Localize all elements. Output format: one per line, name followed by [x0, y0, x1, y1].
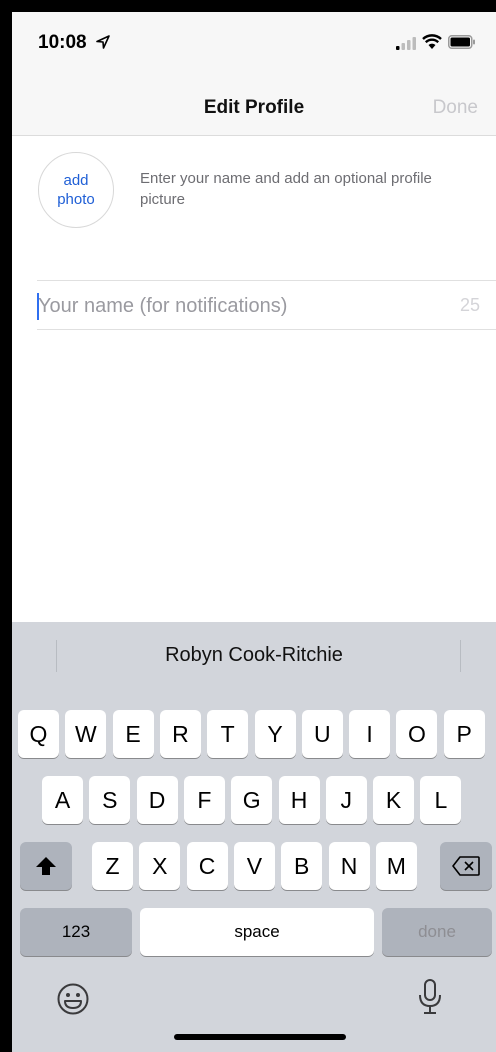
- key-a[interactable]: A: [42, 776, 83, 824]
- shift-icon: [36, 857, 56, 875]
- key-w[interactable]: W: [65, 710, 107, 758]
- key-f[interactable]: F: [183, 776, 225, 824]
- key-r[interactable]: R: [159, 710, 201, 758]
- cellular-signal-icon: [396, 37, 416, 50]
- navigation-bar: Edit Profile Done: [12, 72, 496, 136]
- profile-hint-text: Enter your name and add an optional prof…: [140, 170, 432, 208]
- status-bar: 10:08: [12, 12, 496, 72]
- key-n[interactable]: N: [328, 842, 370, 890]
- text-caret: [37, 293, 39, 320]
- key-d[interactable]: D: [136, 776, 178, 824]
- key-u[interactable]: U: [301, 710, 343, 758]
- name-field-row: 25: [37, 280, 496, 330]
- key-o[interactable]: O: [396, 710, 438, 758]
- wifi-icon: [422, 34, 442, 49]
- backspace-icon: [452, 856, 480, 876]
- key-e[interactable]: E: [112, 710, 154, 758]
- key-p[interactable]: P: [443, 710, 485, 758]
- numbers-key[interactable]: 123: [20, 908, 132, 956]
- keyboard-done-key[interactable]: done: [382, 908, 492, 956]
- status-time: 10:08: [38, 32, 87, 53]
- add-photo-label-line2: photo: [57, 191, 95, 208]
- key-z[interactable]: Z: [92, 842, 133, 890]
- key-s[interactable]: S: [89, 776, 131, 824]
- shift-key[interactable]: [20, 842, 72, 890]
- emoji-icon[interactable]: [56, 982, 90, 1016]
- suggestion-item[interactable]: Robyn Cook-Ritchie: [12, 644, 496, 667]
- battery-icon: [448, 35, 475, 49]
- key-y[interactable]: Y: [254, 710, 296, 758]
- backspace-key[interactable]: [440, 842, 492, 890]
- key-k[interactable]: K: [373, 776, 415, 824]
- done-button[interactable]: Done: [433, 97, 478, 119]
- name-input[interactable]: [37, 289, 437, 323]
- key-m[interactable]: M: [375, 842, 417, 890]
- microphone-icon[interactable]: [418, 978, 442, 1016]
- add-photo-label-line1: add: [63, 172, 89, 189]
- phone-screen: 10:08 Edit Profile Done add photo Enter …: [12, 12, 496, 1052]
- add-photo-button[interactable]: add photo: [38, 152, 114, 228]
- home-indicator: [174, 1034, 346, 1040]
- page-title: Edit Profile: [203, 97, 305, 118]
- suggestion-bar: Robyn Cook-Ritchie: [12, 622, 496, 698]
- space-key[interactable]: space: [140, 908, 374, 956]
- key-x[interactable]: X: [139, 842, 181, 890]
- key-i[interactable]: I: [349, 710, 391, 758]
- character-count: 25: [459, 295, 480, 315]
- key-g[interactable]: G: [231, 776, 273, 824]
- key-q[interactable]: Q: [18, 710, 59, 758]
- key-v[interactable]: V: [233, 842, 275, 890]
- key-h[interactable]: H: [278, 776, 320, 824]
- location-arrow-icon: [96, 35, 110, 49]
- key-j[interactable]: J: [325, 776, 367, 824]
- key-b[interactable]: B: [281, 842, 323, 890]
- key-t[interactable]: T: [207, 710, 249, 758]
- key-l[interactable]: L: [420, 776, 462, 824]
- suggestion-divider: [460, 640, 461, 672]
- key-c[interactable]: C: [186, 842, 228, 890]
